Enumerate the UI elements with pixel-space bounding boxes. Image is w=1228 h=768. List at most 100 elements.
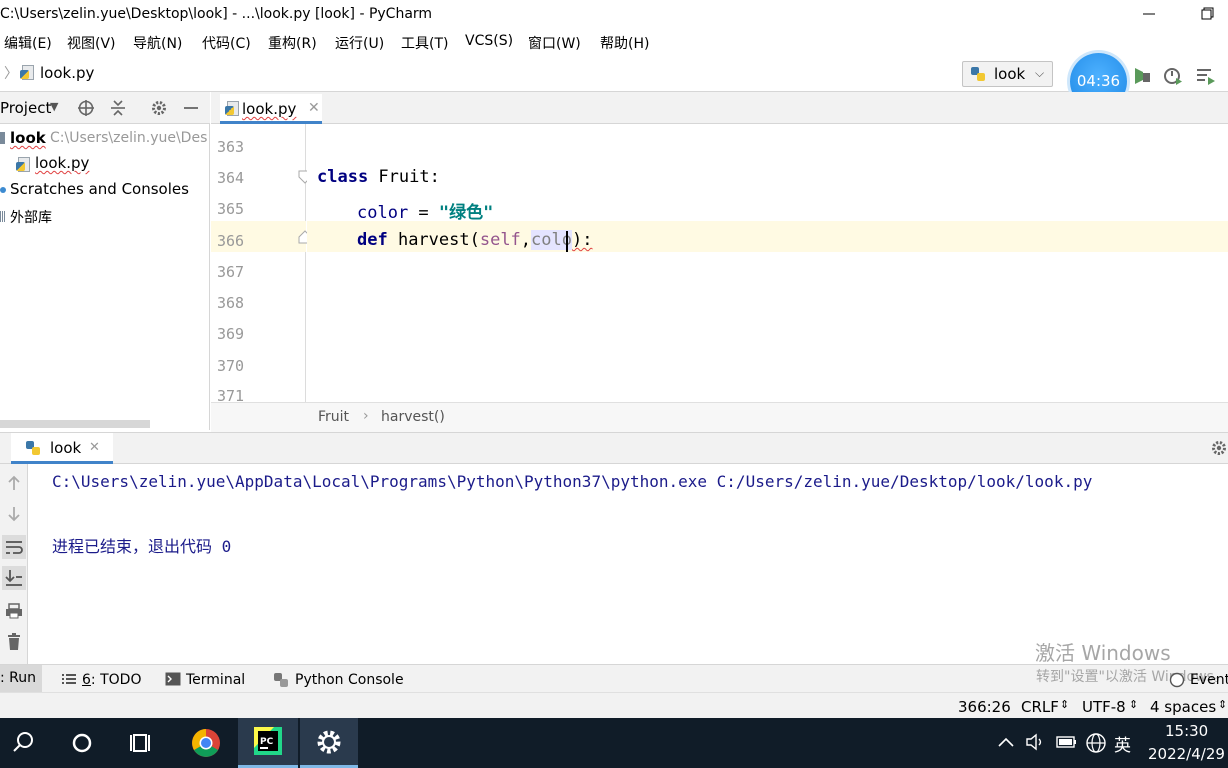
run-concurrency-button[interactable]	[1195, 65, 1217, 87]
scroll-down-button[interactable]	[5, 505, 23, 527]
menu-refactor[interactable]: 重构(R)	[268, 33, 317, 53]
soft-wrap-button[interactable]	[2, 535, 26, 559]
input-method-indicator[interactable]: 英	[1114, 731, 1131, 756]
horizontal-scrollbar[interactable]	[0, 420, 150, 428]
search-button[interactable]	[0, 718, 58, 768]
tool-todo[interactable]: 6: TODO	[82, 672, 141, 688]
clock-date[interactable]: 2022/4/29	[1148, 745, 1225, 763]
locate-file-button[interactable]	[77, 99, 95, 121]
volume-icon[interactable]	[1025, 733, 1047, 755]
task-view-icon	[130, 734, 150, 752]
tree-file-name: look.py	[35, 154, 90, 172]
menu-run[interactable]: 运行(U)	[335, 33, 384, 53]
updown-icon: ⇕	[1129, 698, 1139, 711]
indent-setting[interactable]: 4 spaces	[1150, 698, 1216, 716]
line-number: 364	[217, 169, 245, 187]
python-file-icon	[20, 65, 34, 81]
run-with-coverage-button[interactable]	[1131, 65, 1153, 87]
show-hidden-icons-icon[interactable]	[997, 734, 1015, 754]
pycharm-taskbar-button[interactable]: PC	[238, 718, 298, 768]
tool-event-log[interactable]: Event	[1190, 672, 1228, 688]
minimize-icon	[184, 107, 198, 109]
minimize-icon	[1143, 13, 1155, 15]
code-line-366: def harvest(self,colo):	[357, 230, 593, 250]
run-panel-header: look ✕	[0, 432, 1228, 464]
clock-time[interactable]: 15:30	[1165, 722, 1208, 740]
tree-root-path: C:\Users\zelin.yue\Des	[50, 130, 208, 146]
scroll-up-button[interactable]	[5, 474, 23, 496]
profile-button[interactable]	[1162, 65, 1184, 87]
project-settings-button[interactable]	[150, 99, 168, 121]
run-settings-button[interactable]	[1210, 439, 1228, 461]
scroll-to-end-button[interactable]	[2, 566, 26, 590]
line-number: 367	[217, 263, 245, 281]
event-log-icon	[1169, 672, 1185, 692]
collapse-icon	[111, 100, 125, 116]
run-tab-label: look	[50, 439, 82, 457]
cortana-icon	[72, 733, 92, 753]
menu-help[interactable]: 帮助(H)	[600, 33, 649, 53]
menu-tools[interactable]: 工具(T)	[401, 33, 448, 53]
console-exit-message: 进程已结束，退出代码 0	[52, 537, 232, 556]
line-number: 370	[217, 357, 245, 375]
tab-look-py[interactable]: look.py ✕	[220, 94, 322, 124]
run-configuration-select[interactable]: look ⌵	[962, 61, 1053, 87]
menu-bar: 编辑(E) 视图(V) 导航(N) 代码(C) 重构(R) 运行(U) 工具(T…	[0, 30, 1228, 56]
cortana-button[interactable]	[54, 718, 112, 768]
code-editor[interactable]: class Fruit: color = "绿色" def harvest(se…	[307, 124, 1228, 402]
chrome-taskbar-button[interactable]	[177, 718, 235, 768]
collapse-all-button[interactable]	[109, 99, 127, 121]
restore-button[interactable]	[1195, 4, 1219, 24]
chrome-icon	[192, 729, 220, 757]
menu-view[interactable]: 视图(V)	[67, 33, 116, 53]
menu-edit[interactable]: 编辑(E)	[4, 33, 52, 53]
gear-icon	[1212, 441, 1226, 455]
close-tab-icon[interactable]: ✕	[308, 100, 320, 116]
crosshair-icon	[78, 100, 94, 116]
line-number: 369	[217, 325, 245, 343]
tool-python-console[interactable]: Python Console	[295, 672, 404, 688]
python-icon	[25, 440, 41, 460]
clear-all-button[interactable]	[5, 633, 23, 655]
search-icon	[13, 732, 33, 752]
pycharm-icon: PC	[254, 727, 282, 755]
file-encoding[interactable]: UTF-8	[1082, 698, 1126, 716]
line-number: 365	[217, 200, 245, 218]
close-tab-icon[interactable]: ✕	[89, 440, 100, 455]
activation-watermark-title: 激活 Windows	[1035, 641, 1171, 665]
tool-run[interactable]: : Run	[0, 665, 43, 692]
run-console[interactable]: C:\Users\zelin.yue\AppData\Local\Program…	[29, 464, 1228, 665]
terminal-icon	[165, 672, 181, 690]
menu-navigate[interactable]: 导航(N)	[133, 33, 182, 53]
breadcrumb-method[interactable]: harvest()	[381, 409, 445, 425]
tree-scratches-label: Scratches and Consoles	[10, 180, 189, 198]
line-separator[interactable]: CRLF	[1021, 698, 1059, 716]
network-globe-icon[interactable]	[1085, 732, 1107, 758]
navbar-file-name[interactable]: look.py	[40, 64, 94, 82]
run-config-label: look	[994, 65, 1026, 83]
menu-vcs[interactable]: VCS(S)	[465, 33, 513, 49]
scratches-icon	[0, 187, 6, 193]
breadcrumb-separator-icon: ›	[363, 408, 369, 424]
hide-panel-button[interactable]	[182, 99, 200, 121]
task-view-button[interactable]	[113, 718, 171, 768]
arrow-up-icon	[8, 475, 20, 490]
print-button[interactable]	[5, 602, 23, 624]
menu-window[interactable]: 窗口(W)	[528, 33, 581, 53]
updown-icon: ⇕	[1218, 698, 1228, 711]
breadcrumb-class[interactable]: Fruit	[318, 409, 349, 425]
chevron-down-icon: ⌵	[1035, 66, 1045, 80]
battery-icon[interactable]	[1056, 735, 1078, 753]
line-number: 363	[217, 138, 245, 156]
settings-taskbar-button[interactable]	[300, 718, 358, 768]
tool-window-bar: : Run 6: TODO Terminal Python Console 转到…	[0, 664, 1228, 692]
project-view-selector[interactable]: Project	[0, 99, 51, 117]
tool-terminal[interactable]: Terminal	[186, 672, 245, 688]
menu-code[interactable]: 代码(C)	[202, 33, 251, 53]
python-console-icon	[273, 672, 289, 692]
gear-icon	[152, 101, 166, 115]
tab-run-look[interactable]: look ✕	[11, 433, 113, 464]
tab-label: look.py	[242, 100, 297, 118]
minimize-button[interactable]	[1137, 4, 1161, 24]
caret-position[interactable]: 366:26	[958, 698, 1011, 716]
